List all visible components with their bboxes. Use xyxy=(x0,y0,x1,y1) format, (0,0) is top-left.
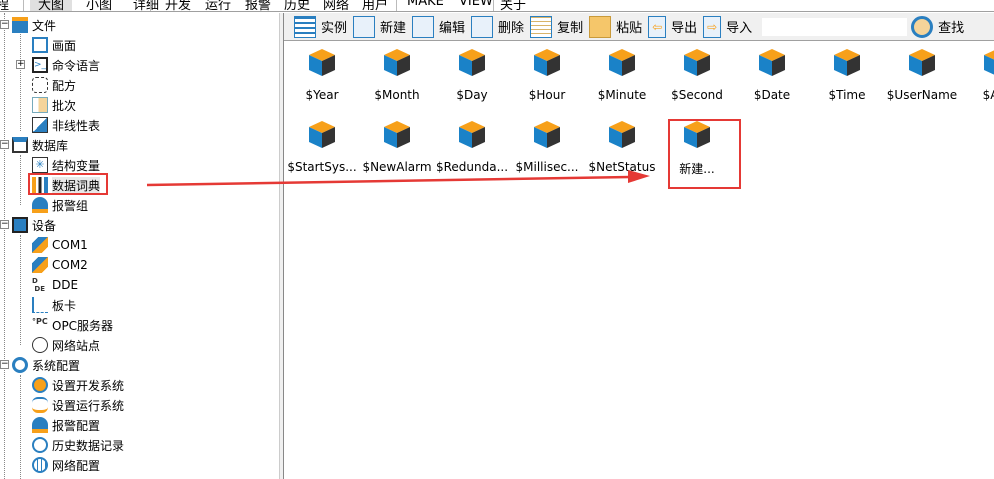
annotation-arrow xyxy=(146,170,650,187)
